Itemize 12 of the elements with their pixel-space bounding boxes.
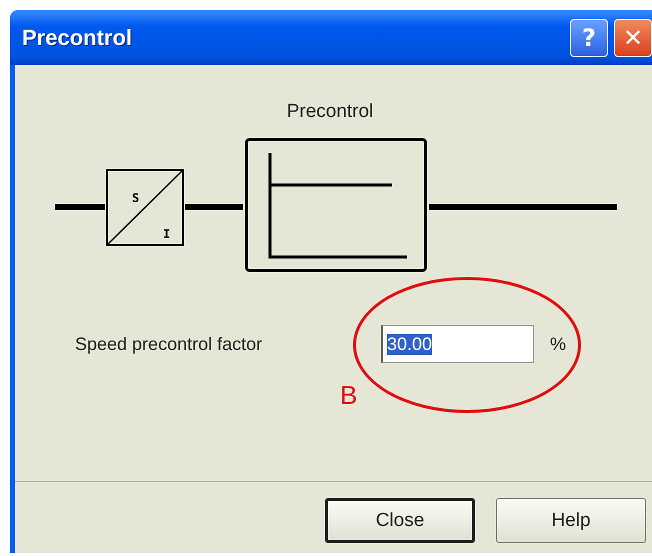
annotation-label: B [340, 380, 358, 411]
field-label: Speed precontrol factor [75, 334, 264, 354]
close-button[interactable]: ✕ [614, 18, 652, 56]
unit-label: % [550, 334, 566, 354]
window-title: Precontrol [22, 24, 132, 50]
close-dialog-button[interactable]: Close [325, 498, 475, 543]
help-button[interactable]: ? [570, 18, 608, 56]
input-field[interactable]: 30.00 [381, 325, 534, 363]
diagram-title: Precontrol [286, 101, 374, 122]
help-dialog-button[interactable]: Help [496, 498, 646, 543]
converter-label: S [132, 191, 140, 205]
converter-label: I [163, 227, 170, 241]
